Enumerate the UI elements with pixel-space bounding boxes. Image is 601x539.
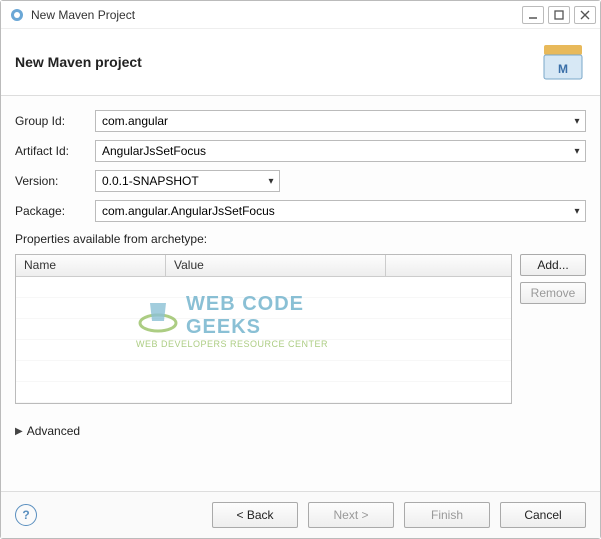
artifact-id-label: Artifact Id: xyxy=(15,144,89,158)
column-name[interactable]: Name xyxy=(16,255,166,276)
advanced-toggle[interactable]: ▶ Advanced xyxy=(15,424,586,438)
dropdown-caret-icon[interactable]: ▾ xyxy=(569,116,585,127)
column-value[interactable]: Value xyxy=(166,255,386,276)
maven-icon: M xyxy=(540,41,586,83)
artifact-id-input[interactable] xyxy=(96,141,569,161)
titlebar: New Maven Project xyxy=(1,1,600,29)
help-button[interactable]: ? xyxy=(15,504,37,526)
add-button[interactable]: Add... xyxy=(520,254,586,276)
package-row: Package: ▾ xyxy=(15,200,586,222)
remove-button[interactable]: Remove xyxy=(520,282,586,304)
next-button[interactable]: Next > xyxy=(308,502,394,528)
svg-text:M: M xyxy=(558,62,568,76)
dropdown-caret-icon[interactable]: ▾ xyxy=(569,206,585,217)
properties-heading: Properties available from archetype: xyxy=(15,232,586,246)
back-button[interactable]: < Back xyxy=(212,502,298,528)
artifact-id-field[interactable]: ▾ xyxy=(95,140,586,162)
button-bar: ? < Back Next > Finish Cancel xyxy=(1,491,600,538)
group-id-field[interactable]: ▾ xyxy=(95,110,586,132)
properties-buttons: Add... Remove xyxy=(520,254,586,404)
window-controls xyxy=(522,6,596,24)
dropdown-caret-icon[interactable]: ▾ xyxy=(263,176,279,187)
package-input[interactable] xyxy=(96,201,569,221)
version-field[interactable]: ▾ xyxy=(95,170,280,192)
package-field[interactable]: ▾ xyxy=(95,200,586,222)
minimize-button[interactable] xyxy=(522,6,544,24)
properties-area: Name Value WEB CODE GEEKS WEB DEVELOPERS… xyxy=(15,254,586,404)
chevron-right-icon: ▶ xyxy=(15,426,23,437)
app-icon xyxy=(9,7,25,23)
dialog-header: New Maven project M xyxy=(1,29,600,96)
table-header: Name Value xyxy=(16,255,511,277)
version-row: Version: ▾ xyxy=(15,170,586,192)
dialog-title: New Maven project xyxy=(15,54,540,70)
group-id-row: Group Id: ▾ xyxy=(15,110,586,132)
version-input[interactable] xyxy=(96,171,263,191)
group-id-input[interactable] xyxy=(96,111,569,131)
close-button[interactable] xyxy=(574,6,596,24)
window-title: New Maven Project xyxy=(31,8,522,22)
table-body[interactable] xyxy=(16,277,511,403)
advanced-label: Advanced xyxy=(27,424,80,438)
finish-button[interactable]: Finish xyxy=(404,502,490,528)
column-blank xyxy=(386,255,511,276)
form-area: Group Id: ▾ Artifact Id: ▾ Version: ▾ Pa… xyxy=(1,96,600,491)
group-id-label: Group Id: xyxy=(15,114,89,128)
dropdown-caret-icon[interactable]: ▾ xyxy=(569,146,585,157)
artifact-id-row: Artifact Id: ▾ xyxy=(15,140,586,162)
maximize-button[interactable] xyxy=(548,6,570,24)
properties-table[interactable]: Name Value WEB CODE GEEKS WEB DEVELOPERS… xyxy=(15,254,512,404)
version-label: Version: xyxy=(15,174,89,188)
package-label: Package: xyxy=(15,204,89,218)
cancel-button[interactable]: Cancel xyxy=(500,502,586,528)
